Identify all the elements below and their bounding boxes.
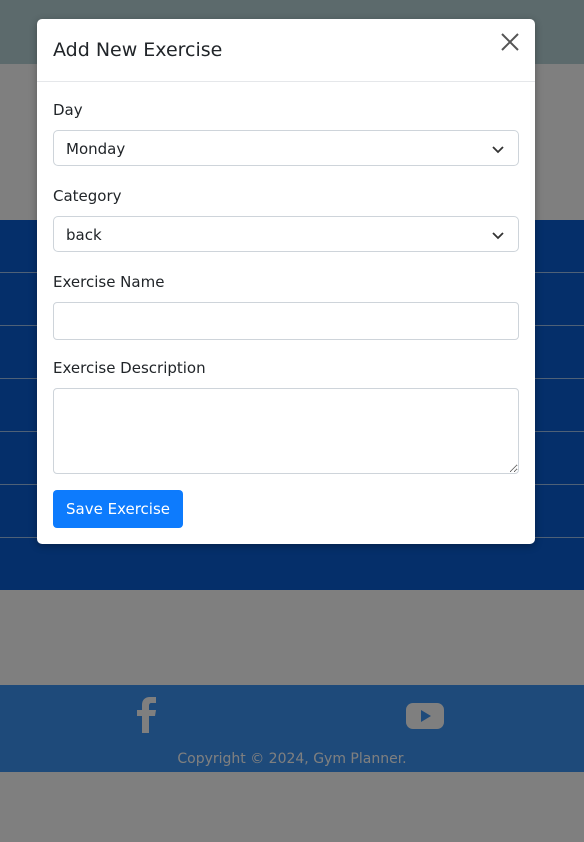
category-field-group: Category [53,187,519,205]
exercise-description-field-group: Exercise Description [53,359,519,377]
exercise-description-label: Exercise Description [53,359,206,377]
exercise-name-input[interactable] [53,302,519,340]
category-select[interactable]: back [53,216,519,252]
chevron-down-icon [492,146,504,154]
chevron-down-icon [492,232,504,240]
day-field-group: Day [53,101,519,119]
add-exercise-modal: Add New Exercise Day Monday Category bac… [37,19,535,544]
exercise-name-field-group: Exercise Name [53,273,519,291]
category-label: Category [53,187,122,205]
modal-header: Add New Exercise [37,19,535,82]
day-selected-value: Monday [66,140,126,158]
day-label: Day [53,101,83,119]
close-icon[interactable] [499,31,521,53]
exercise-description-textarea[interactable] [53,388,519,474]
day-select-box[interactable]: Monday [53,130,519,166]
day-select[interactable]: Monday [53,130,519,166]
category-select-box[interactable]: back [53,216,519,252]
exercise-description-wrap [53,388,519,474]
category-selected-value: back [66,226,102,244]
exercise-name-wrap [53,302,519,340]
exercise-name-label: Exercise Name [53,273,165,291]
save-exercise-button[interactable]: Save Exercise [53,490,184,528]
modal-title: Add New Exercise [53,39,223,61]
